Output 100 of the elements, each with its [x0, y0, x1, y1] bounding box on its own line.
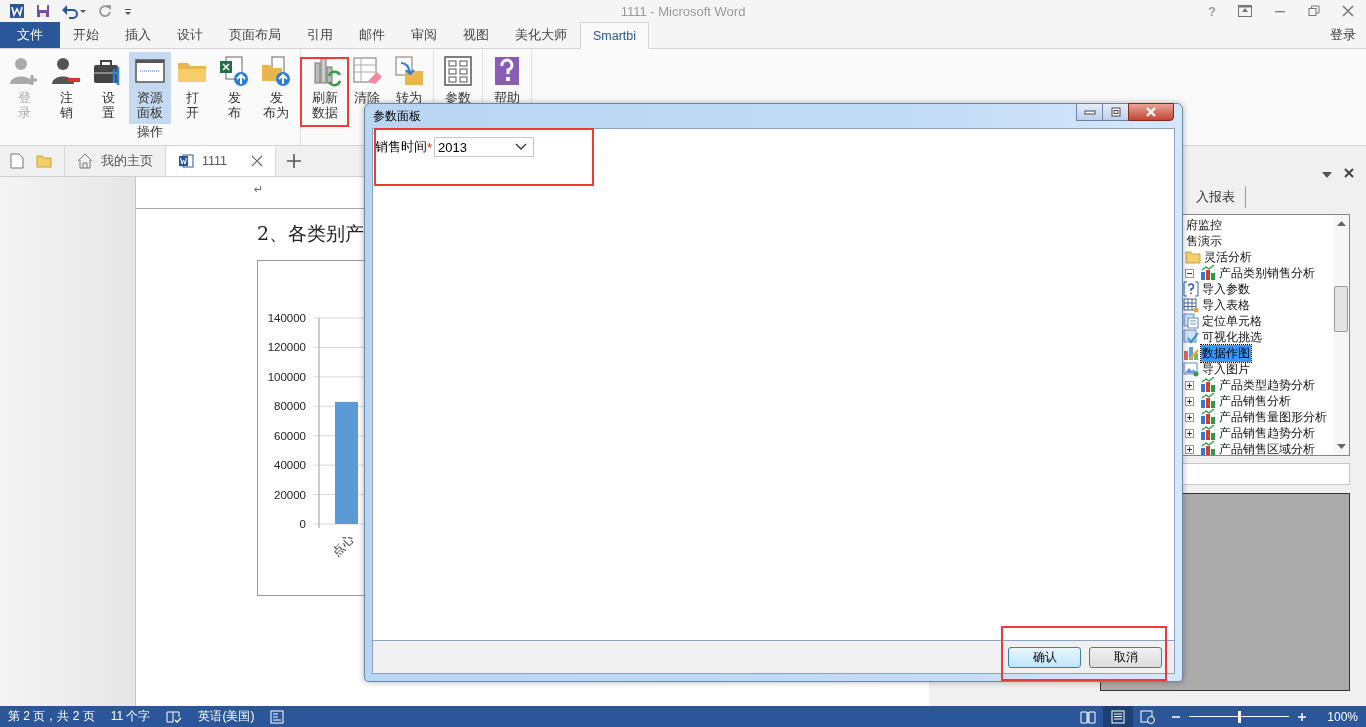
page-layout-icon[interactable]	[1103, 706, 1134, 727]
group-label: 操作	[137, 124, 163, 141]
ribbon-button[interactable]: 注 销	[45, 52, 87, 124]
ribbon-tab[interactable]: 视图	[450, 22, 502, 48]
axis-label: 80000	[274, 400, 306, 413]
bar-chart-icon	[1200, 377, 1216, 393]
maximize-icon	[1110, 107, 1121, 117]
maximize-button[interactable]	[1102, 103, 1129, 121]
tree-item[interactable]: 产品销售量图形分析	[1218, 408, 1328, 426]
tree-item[interactable]: 灵活分析	[1203, 248, 1253, 266]
ribbon-tab[interactable]: 文件	[0, 22, 60, 48]
dialog-button[interactable]: 取消	[1089, 646, 1162, 668]
grid-icon	[442, 55, 474, 87]
axis-label: 60000	[274, 429, 306, 442]
year-dropdown[interactable]: 2013	[434, 137, 535, 157]
bar-chart-icon	[1200, 409, 1216, 425]
ribbon-tab[interactable]: 邮件	[346, 22, 398, 48]
zoom-in-icon[interactable]	[1297, 711, 1308, 722]
scrollbar[interactable]	[1333, 215, 1349, 455]
new-document-icon[interactable]	[10, 153, 24, 169]
zoom-thumb[interactable]	[1238, 710, 1242, 723]
folder-upload-icon	[260, 55, 292, 87]
bar-chart-icon	[1200, 441, 1216, 455]
paragraph-mark: ↵	[254, 183, 264, 196]
word-icon[interactable]	[9, 3, 25, 19]
expander-icon[interactable]	[1185, 380, 1194, 390]
language-indicator[interactable]: 英语(美国)	[198, 708, 255, 725]
ribbon-tab[interactable]: 引用	[294, 22, 346, 48]
axis-label: 140000	[267, 312, 306, 324]
expander-icon[interactable]	[1185, 444, 1194, 454]
ribbon-button[interactable]: 发 布	[213, 52, 255, 124]
highlight-frame	[300, 57, 349, 127]
convert-icon	[393, 55, 425, 87]
home-icon	[77, 153, 93, 169]
spreadsheet-upload-icon	[218, 55, 250, 87]
ribbon-button[interactable]: 发 布为	[255, 52, 297, 124]
chart-pencil-icon	[1183, 345, 1199, 361]
document-tab[interactable]: 1111	[166, 146, 276, 176]
tree-item[interactable]: 售演示	[1185, 232, 1223, 250]
tree-item[interactable]: 导入表格	[1201, 296, 1251, 314]
close-button[interactable]	[1128, 103, 1174, 121]
tree-item[interactable]: 产品销售区域分析	[1218, 440, 1316, 455]
table-icon	[1183, 297, 1199, 313]
expander-icon[interactable]	[1185, 396, 1194, 406]
expander-icon[interactable]	[1185, 268, 1194, 278]
close-icon[interactable]	[1342, 5, 1354, 17]
bar-chart-icon	[1200, 265, 1216, 281]
ribbon-tab[interactable]: 美化大师	[502, 22, 580, 48]
tree-item[interactable]: 定位单元格	[1201, 312, 1263, 330]
ribbon-button[interactable]: 刷新 数据	[304, 52, 346, 124]
expander-icon[interactable]	[1185, 412, 1194, 422]
field-label: 销售时间	[375, 138, 427, 156]
scroll-down-icon[interactable]	[1336, 444, 1346, 449]
tree-item[interactable]: 数据作图	[1201, 344, 1251, 362]
scroll-thumb[interactable]	[1334, 286, 1348, 332]
dialog-button[interactable]: 确认	[1008, 646, 1081, 668]
dropdown-icon[interactable]	[1322, 172, 1332, 178]
tree-item[interactable]: 产品类型趋势分析	[1218, 376, 1316, 394]
ribbon-tab[interactable]: 设计	[164, 22, 216, 48]
folder-icon	[1185, 249, 1201, 265]
tree-item[interactable]: 产品销售分析	[1218, 392, 1292, 410]
save-icon[interactable]	[35, 3, 51, 19]
dialog-title: 参数面板	[372, 107, 421, 125]
close-icon[interactable]	[251, 155, 263, 167]
proofing-icon[interactable]	[166, 709, 183, 724]
bar-chart-icon	[1200, 425, 1216, 441]
scroll-up-icon[interactable]	[1336, 221, 1346, 226]
tree-item[interactable]: 可视化挑选	[1201, 328, 1263, 346]
user-add-icon	[8, 55, 40, 87]
ribbon-button[interactable]: 设 置	[87, 52, 129, 124]
tree-item[interactable]: 导入图片	[1201, 360, 1251, 378]
close-icon	[1145, 107, 1157, 117]
ribbon-display-icon[interactable]	[1238, 5, 1252, 17]
ribbon-tab[interactable]: 页面布局	[216, 22, 294, 48]
ribbon-button[interactable]: 资源 面板	[129, 52, 171, 124]
new-tab-icon[interactable]	[286, 153, 302, 169]
ribbon-tab[interactable]: Smartbi	[580, 22, 650, 49]
tree-item[interactable]: 导入参数	[1201, 280, 1251, 298]
ribbon-tab[interactable]: 审阅	[398, 22, 450, 48]
close-icon[interactable]	[1344, 168, 1354, 178]
expander-icon[interactable]	[1185, 428, 1194, 438]
redo-icon[interactable]	[97, 3, 113, 19]
restore-icon[interactable]	[1308, 5, 1320, 17]
tree-item[interactable]: 产品销售趋势分析	[1218, 424, 1316, 442]
axis-label: 0	[299, 518, 306, 530]
tree-item[interactable]: 产品类别销售分析	[1218, 264, 1316, 282]
category-label: 点心	[329, 532, 357, 560]
ribbon-button[interactable]: 打 开	[171, 52, 213, 124]
axis-label: 120000	[267, 341, 306, 354]
word-icon	[178, 153, 194, 169]
page-count[interactable]: 第 2 页，共 2 页	[8, 708, 95, 725]
word-count[interactable]: 11 个字	[110, 708, 151, 725]
tree-item[interactable]: 府监控	[1185, 216, 1223, 234]
ribbon-tab[interactable]: 插入	[112, 22, 164, 48]
undo-icon[interactable]	[61, 3, 87, 19]
ribbon-tab[interactable]: 开始	[60, 22, 112, 48]
zoom-level[interactable]: 100%	[1327, 709, 1358, 724]
sign-in-link[interactable]: 登录	[1330, 26, 1366, 44]
macro-icon[interactable]	[270, 709, 285, 724]
zoom-slider[interactable]	[1189, 710, 1290, 723]
